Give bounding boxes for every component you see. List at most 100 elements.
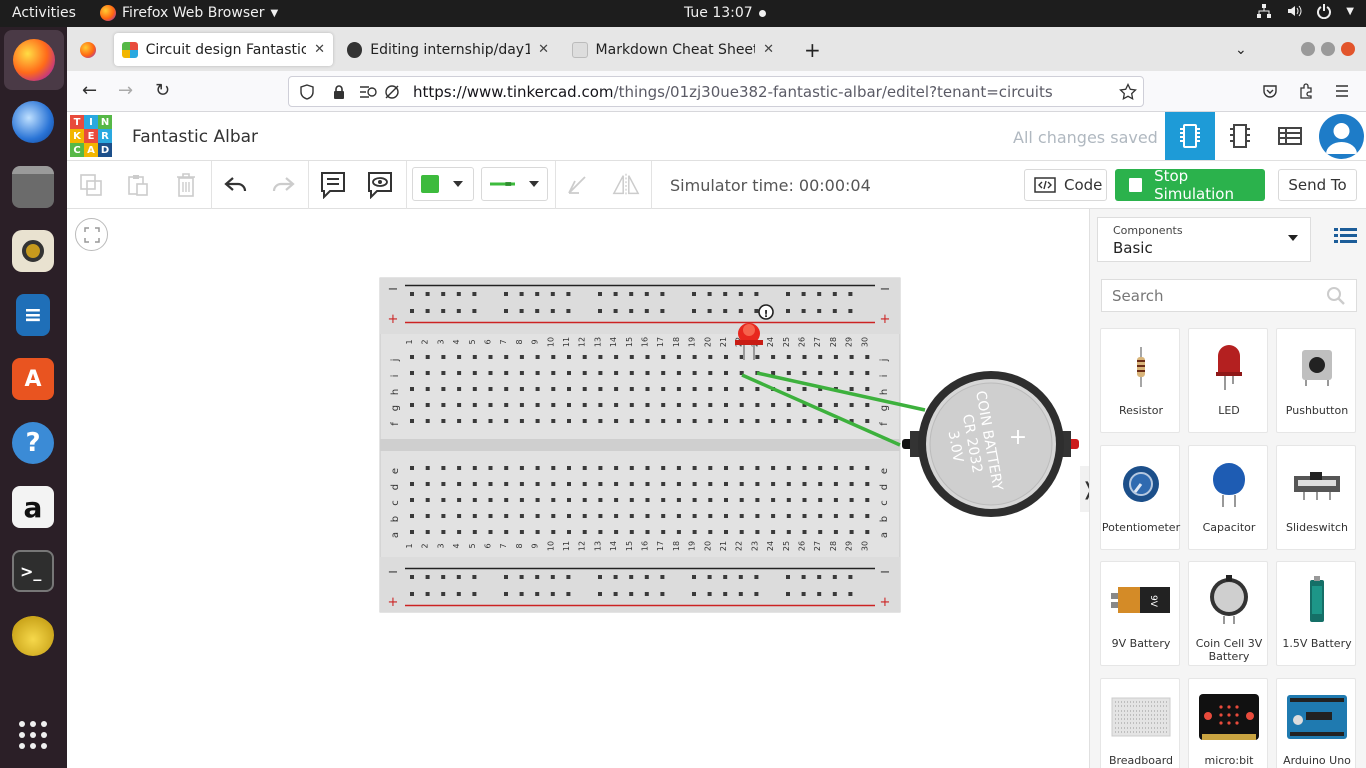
- component-card-coin-cell[interactable]: Coin Cell 3V Battery: [1188, 561, 1268, 666]
- breadboard-hole[interactable]: [692, 498, 697, 502]
- breadboard-hole[interactable]: [724, 498, 728, 502]
- breadboard-hole[interactable]: [567, 371, 571, 375]
- breadboard-hole[interactable]: [724, 419, 728, 423]
- breadboard-hole[interactable]: [771, 530, 776, 534]
- dock-terminal[interactable]: >_: [10, 548, 56, 594]
- breadboard-hole[interactable]: [535, 309, 540, 313]
- breadboard-hole[interactable]: [598, 592, 602, 596]
- component-card-resistor[interactable]: Resistor: [1100, 328, 1180, 433]
- breadboard-hole[interactable]: [504, 530, 509, 534]
- breadboard-hole[interactable]: [707, 592, 712, 596]
- breadboard-hole[interactable]: [802, 530, 807, 534]
- breadboard-hole[interactable]: [818, 498, 823, 502]
- breadboard-hole[interactable]: [849, 403, 854, 407]
- breadboard-hole[interactable]: [410, 482, 414, 486]
- breadboard-hole[interactable]: [629, 419, 634, 423]
- breadboard-hole[interactable]: [567, 482, 571, 486]
- breadboard-hole[interactable]: [488, 530, 493, 534]
- breadboard-hole[interactable]: [802, 371, 807, 375]
- breadboard-hole[interactable]: [566, 592, 571, 596]
- breadboard-hole[interactable]: [472, 292, 477, 296]
- breadboard-hole[interactable]: [865, 514, 870, 518]
- breadboard-hole[interactable]: [613, 309, 618, 313]
- breadboard-hole[interactable]: [488, 498, 493, 502]
- minimize-button[interactable]: [1301, 42, 1315, 56]
- breadboard-hole[interactable]: [660, 575, 665, 579]
- breadboard-hole[interactable]: [676, 387, 681, 391]
- breadboard-hole[interactable]: [661, 514, 666, 518]
- breadboard-hole[interactable]: [676, 466, 681, 470]
- breadboard-hole[interactable]: [410, 575, 414, 579]
- breadboard-hole[interactable]: [661, 530, 666, 534]
- breadboard-hole[interactable]: [550, 292, 555, 296]
- breadboard-hole[interactable]: [786, 530, 791, 534]
- breadboard-hole[interactable]: [504, 403, 509, 407]
- breadboard-hole[interactable]: [535, 514, 540, 518]
- breadboard-hole[interactable]: [771, 355, 776, 359]
- breadboard-hole[interactable]: [519, 466, 524, 470]
- breadboard-hole[interactable]: [645, 387, 650, 391]
- breadboard-hole[interactable]: [692, 292, 696, 296]
- breadboard-hole[interactable]: [551, 355, 556, 359]
- breadboard-hole[interactable]: [598, 419, 603, 423]
- breadboard-hole[interactable]: [661, 371, 666, 375]
- breadboard-hole[interactable]: [551, 466, 556, 470]
- breadboard-hole[interactable]: [598, 309, 602, 313]
- breadboard-hole[interactable]: [739, 530, 744, 534]
- breadboard-hole[interactable]: [629, 530, 634, 534]
- breadboard-hole[interactable]: [519, 592, 524, 596]
- breadboard-hole[interactable]: [614, 466, 619, 470]
- clock[interactable]: Tue 13:07: [684, 5, 766, 21]
- breadboard-hole[interactable]: [802, 466, 807, 470]
- breadboard-hole[interactable]: [629, 292, 634, 296]
- component-card-9v-battery[interactable]: 9V 9V Battery: [1100, 561, 1180, 666]
- breadboard-hole[interactable]: [723, 592, 728, 596]
- app-menu[interactable]: Firefox Web Browser ▼: [100, 5, 278, 21]
- breadboard-hole[interactable]: [582, 387, 587, 391]
- breadboard-hole[interactable]: [550, 575, 555, 579]
- breadboard-hole[interactable]: [582, 355, 587, 359]
- breadboard-hole[interactable]: [645, 498, 650, 502]
- breadboard-hole[interactable]: [410, 592, 414, 596]
- breadboard-hole[interactable]: [519, 530, 524, 534]
- dock-rhythmbox[interactable]: [10, 228, 56, 274]
- breadboard-hole[interactable]: [598, 466, 603, 470]
- breadboard-hole[interactable]: [535, 466, 540, 470]
- breadboard-hole[interactable]: [755, 355, 760, 359]
- breadboard-hole[interactable]: [645, 403, 650, 407]
- breadboard-hole[interactable]: [425, 355, 430, 359]
- breadboard-hole[interactable]: [644, 592, 649, 596]
- toggle-notes-button[interactable]: [366, 171, 394, 199]
- url-bar[interactable]: https://www.tinkercad.com/things/01zj30u…: [288, 76, 1144, 107]
- breadboard-hole[interactable]: [457, 355, 462, 359]
- breadboard-hole[interactable]: [692, 355, 697, 359]
- breadboard-hole[interactable]: [786, 371, 791, 375]
- breadboard-hole[interactable]: [661, 403, 666, 407]
- breadboard-hole[interactable]: [724, 371, 728, 375]
- breadboard-hole[interactable]: [849, 387, 854, 391]
- hamburger-menu-icon[interactable]: [1334, 83, 1350, 99]
- breadboard-hole[interactable]: [801, 292, 806, 296]
- breadboard-hole[interactable]: [567, 387, 571, 391]
- breadboard-hole[interactable]: [629, 514, 634, 518]
- breadboard-hole[interactable]: [692, 575, 696, 579]
- close-icon[interactable]: ✕: [763, 42, 774, 57]
- breadboard-hole[interactable]: [833, 498, 838, 502]
- avatar[interactable]: [1319, 114, 1364, 159]
- breadboard-hole[interactable]: [504, 355, 509, 359]
- breadboard-hole[interactable]: [582, 530, 587, 534]
- breadboard-hole[interactable]: [488, 419, 493, 423]
- breadboard-hole[interactable]: [488, 387, 493, 391]
- breadboard-hole[interactable]: [771, 466, 776, 470]
- breadboard-hole[interactable]: [567, 498, 571, 502]
- component-card-potentiometer[interactable]: Potentiometer: [1100, 445, 1180, 550]
- breadboard-hole[interactable]: [456, 309, 461, 313]
- breadboard-hole[interactable]: [504, 387, 509, 391]
- redo-button[interactable]: [269, 171, 297, 199]
- breadboard-hole[interactable]: [598, 482, 603, 486]
- breadboard-hole[interactable]: [754, 292, 759, 296]
- breadboard-hole[interactable]: [645, 419, 650, 423]
- breadboard-hole[interactable]: [645, 371, 650, 375]
- breadboard-hole[interactable]: [786, 592, 790, 596]
- tinkercad-logo[interactable]: T I N K E R C A D: [70, 115, 112, 157]
